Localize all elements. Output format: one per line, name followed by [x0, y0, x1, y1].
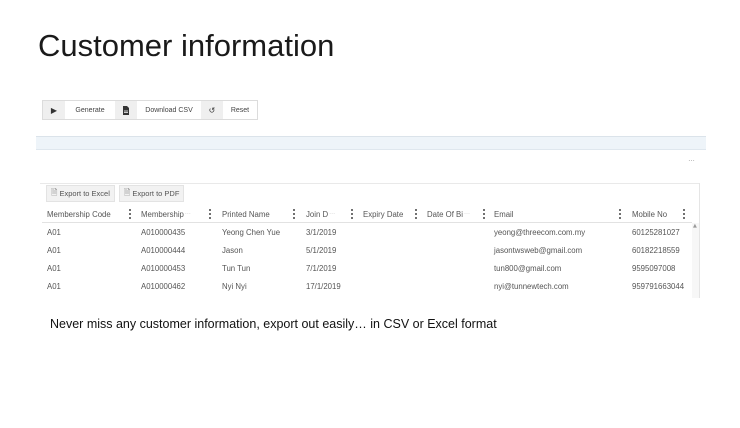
export-pdf-button[interactable]: 🗎 Export to PDF — [118, 185, 185, 202]
column-menu-icon[interactable] — [208, 209, 212, 219]
membership-cell: A010000435 — [141, 227, 186, 237]
slide-caption: Never miss any customer information, exp… — [50, 317, 497, 331]
column-header-label: Membership Code — [47, 209, 111, 219]
mobile-no-cell: 60182218559 — [632, 245, 680, 255]
mobile-no-cell: 959791663044 — [632, 281, 685, 291]
printed-name-cell: Tun Tun — [222, 263, 251, 273]
email-cell: yeong@threecom.com.my — [494, 227, 586, 237]
join-date-cell: 17/1/2019 — [306, 281, 341, 291]
column-header-label: Email — [494, 209, 514, 219]
more-options-button[interactable]: … — [688, 156, 695, 163]
section-header-strip — [36, 137, 706, 150]
membership-cell: A010000444 — [141, 245, 186, 255]
grid-header: Membership Code Membership ··· Printed Na… — [42, 205, 692, 223]
column-header-label: Mobile No — [632, 209, 668, 219]
column-menu-icon[interactable] — [482, 209, 486, 219]
membership-code-cell: A01 — [47, 227, 61, 237]
table-row[interactable]: A01 A010000453 Tun Tun 7/1/2019 tun800@g… — [42, 259, 692, 277]
scroll-up-icon[interactable]: ▲ — [693, 223, 697, 229]
column-header-label: Date Of Bi — [427, 209, 463, 219]
column-header-membership-code[interactable]: Membership Code — [47, 205, 127, 223]
printed-name-cell: Yeong Chen Yue — [222, 227, 281, 237]
membership-code-cell: A01 — [47, 245, 61, 255]
join-date-cell: 5/1/2019 — [306, 245, 337, 255]
export-pdf-label: Export to PDF — [132, 189, 180, 198]
column-header-expiry-date[interactable]: Expiry Date — [363, 205, 409, 223]
column-header-label: Membership — [141, 209, 184, 219]
report-toolbar: ▶ Generate Download CSV ↺ Reset — [42, 100, 258, 120]
column-header-label: Expiry Date — [363, 209, 404, 219]
membership-code-cell: A01 — [47, 263, 61, 273]
customer-grid: 🗎 Export to Excel 🗎 Export to PDF Member… — [42, 183, 700, 298]
export-bar: 🗎 Export to Excel 🗎 Export to PDF — [46, 185, 185, 202]
column-header-printed-name[interactable]: Printed Name — [222, 205, 288, 223]
reset-button[interactable]: Reset — [223, 101, 257, 119]
column-header-mobile-no[interactable]: Mobile No — [632, 205, 682, 223]
generate-button[interactable]: Generate — [65, 101, 115, 119]
excel-file-icon: 🗎 — [51, 187, 58, 197]
mobile-no-cell: 9595097008 — [632, 263, 676, 273]
download-csv-button[interactable]: Download CSV — [137, 101, 201, 119]
truncation-ellipsis: ··· — [329, 211, 336, 217]
mobile-no-cell: 60125281027 — [632, 227, 680, 237]
export-excel-label: Export to Excel — [59, 189, 110, 198]
vertical-scrollbar[interactable]: ▲ — [692, 223, 699, 298]
truncation-ellipsis: ··· — [184, 211, 191, 217]
column-menu-icon[interactable] — [414, 209, 418, 219]
column-menu-icon[interactable] — [618, 209, 622, 219]
refresh-icon[interactable]: ↺ — [201, 101, 223, 119]
email-cell: jasontwsweb@gmail.com — [494, 245, 583, 255]
play-icon[interactable]: ▶ — [43, 101, 65, 119]
column-header-join-date[interactable]: Join D ··· — [306, 205, 342, 223]
column-header-label: Join D — [306, 209, 329, 219]
column-menu-icon[interactable] — [128, 209, 132, 219]
column-menu-icon[interactable] — [682, 209, 686, 219]
join-date-cell: 3/1/2019 — [306, 227, 337, 237]
membership-cell: A010000453 — [141, 263, 186, 273]
email-cell: nyi@tunnewtech.com — [494, 281, 569, 291]
column-header-email[interactable]: Email — [494, 205, 614, 223]
membership-code-cell: A01 — [47, 281, 61, 291]
document-icon[interactable] — [115, 101, 137, 119]
column-header-label: Printed Name — [222, 209, 270, 219]
printed-name-cell: Nyi Nyi — [222, 281, 247, 291]
slide-title: Customer information — [38, 28, 335, 63]
column-menu-icon[interactable] — [292, 209, 296, 219]
table-row[interactable]: A01 A010000444 Jason 5/1/2019 jasontwswe… — [42, 241, 692, 259]
table-row[interactable]: A01 A010000435 Yeong Chen Yue 3/1/2019 y… — [42, 223, 692, 241]
email-cell: tun800@gmail.com — [494, 263, 562, 273]
table-row[interactable]: A01 A010000462 Nyi Nyi 17/1/2019 nyi@tun… — [42, 277, 692, 295]
pdf-file-icon: 🗎 — [123, 187, 131, 197]
truncation-ellipsis: ··· — [463, 211, 470, 217]
printed-name-cell: Jason — [222, 245, 243, 255]
column-header-date-of-birth[interactable]: Date Of Bi ··· — [427, 205, 475, 223]
export-excel-button[interactable]: 🗎 Export to Excel — [46, 185, 115, 202]
column-menu-icon[interactable] — [350, 209, 354, 219]
column-header-membership[interactable]: Membership ··· — [141, 205, 203, 223]
join-date-cell: 7/1/2019 — [306, 263, 337, 273]
membership-cell: A010000462 — [141, 281, 186, 291]
